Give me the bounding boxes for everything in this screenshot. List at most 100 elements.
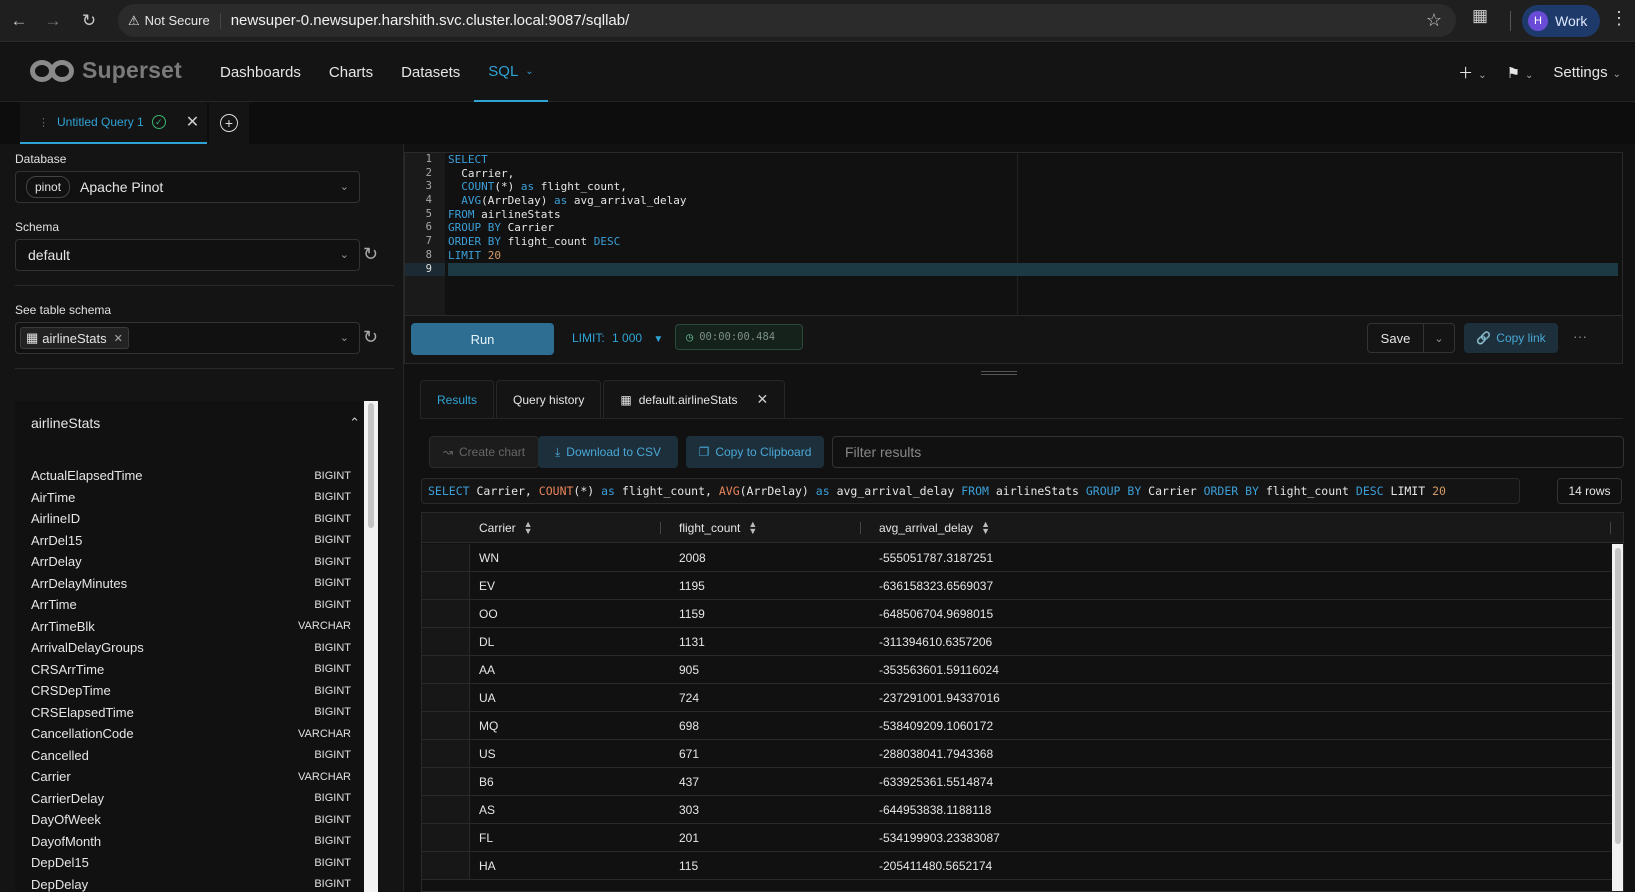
column-list-item[interactable]: ArrDelayMinutes BIGINT [31,573,351,595]
save-button[interactable]: Save [1367,323,1424,353]
menu-datasets[interactable]: Datasets [387,43,474,102]
settings-menu[interactable]: Settings ⌄ [1553,64,1621,81]
column-list-item[interactable]: Cancelled BIGINT [31,745,351,767]
table-row[interactable]: US 671 -288038041.7943368 [422,740,1612,768]
run-button[interactable]: Run [411,323,554,355]
code-line[interactable] [448,262,1618,277]
sql-editor[interactable]: 123456789 SELECT Carrier, COUNT(*) as fl… [404,152,1623,316]
refresh-tables-icon[interactable]: ↻ [363,327,378,348]
column-list-item[interactable]: AirlineID BIGINT [31,508,351,530]
table-select[interactable]: ▦ airlineStats ✕ ⌄ [15,322,360,354]
superset-logo[interactable]: Superset [30,57,182,84]
limit-dropdown[interactable]: LIMIT: 1 000 ▼ [572,331,663,345]
new-menu[interactable]: ＋ ⌄ [1458,62,1486,83]
code-area[interactable]: SELECT Carrier, COUNT(*) as flight_count… [448,153,1618,277]
refresh-schema-icon[interactable]: ↻ [363,244,378,265]
add-tab-button[interactable]: + [209,102,249,144]
sort-icon[interactable]: ▲ ▼ [748,520,757,536]
table-chip[interactable]: ▦ airlineStats ✕ [20,327,129,349]
column-list-item[interactable]: DayofMonth BIGINT [31,831,351,853]
column-list-item[interactable]: CRSDepTime BIGINT [31,680,351,702]
copy-link-button[interactable]: 🔗 Copy link [1464,323,1558,353]
column-list-item[interactable]: CRSArrTime BIGINT [31,659,351,681]
sort-icon[interactable]: ▲ ▼ [524,520,533,536]
code-line[interactable]: FROM airlineStats [448,208,1618,222]
table-scrollbar[interactable] [1612,544,1623,891]
query-tab[interactable]: ⋮ Untitled Query 1 ✓ ✕ [20,102,207,144]
code-line[interactable]: AVG(ArrDelay) as avg_arrival_delay [448,194,1618,208]
table-row[interactable]: DL 1131 -311394610.6357206 [422,628,1612,656]
schema-scrollbar[interactable] [364,401,378,892]
column-list-item[interactable]: DepDelay BIGINT [31,874,351,892]
table-row[interactable]: B6 437 -633925361.5514874 [422,768,1612,796]
column-list-item[interactable]: ArrDelay BIGINT [31,551,351,573]
profile-button[interactable]: H Work [1522,5,1600,37]
tab-table-preview[interactable]: ▦ default.airlineStats ✕ [603,380,786,418]
scrollbar-thumb[interactable] [1615,548,1621,844]
table-row[interactable]: MQ 698 -538409209.1060172 [422,712,1612,740]
database-select[interactable]: pinot Apache Pinot ⌄ [15,171,360,203]
column-list-item[interactable]: ArrTime BIGINT [31,594,351,616]
column-resizer[interactable] [860,522,861,534]
filter-results-input[interactable]: Filter results [832,436,1624,468]
resize-handle[interactable] [981,371,1017,375]
code-line[interactable]: GROUP BY Carrier [448,221,1618,235]
save-dropdown-button[interactable]: ⌄ [1424,323,1455,353]
column-list-item[interactable]: ArrTimeBlk VARCHAR [31,616,351,638]
code-line[interactable]: COUNT(*) as flight_count, [448,180,1618,194]
bookmark-star-icon[interactable]: ☆ [1426,10,1442,31]
column-list-item[interactable]: AirTime BIGINT [31,487,351,509]
forward-icon[interactable]: → [36,4,70,38]
schema-select[interactable]: default ⌄ [15,239,360,271]
menu-charts[interactable]: Charts [315,43,387,102]
column-list-item[interactable]: ArrDel15 BIGINT [31,530,351,552]
download-csv-button[interactable]: ⤓ Download to CSV [538,436,678,468]
reload-icon[interactable]: ↻ [72,4,106,38]
table-row[interactable]: HA 115 -205411480.5652174 [422,852,1612,880]
sort-icon[interactable]: ▲ ▼ [981,520,990,536]
column-list-item[interactable]: DayOfWeek BIGINT [31,809,351,831]
close-icon[interactable]: ✕ [186,112,199,132]
table-row[interactable]: AS 303 -644953838.1188118 [422,796,1612,824]
remove-chip-icon[interactable]: ✕ [114,332,123,345]
extensions-icon[interactable]: ▦ [1472,6,1488,26]
more-options-icon[interactable]: ··· [1573,328,1587,344]
table-row[interactable]: UA 724 -237291001.94337016 [422,684,1612,712]
close-icon[interactable]: ✕ [756,391,768,408]
table-row[interactable]: OO 1159 -648506704.9698015 [422,600,1612,628]
code-line[interactable]: ORDER BY flight_count DESC [448,235,1618,249]
column-header-carrier[interactable]: Carrier ▲ ▼ [479,513,533,543]
column-list-item[interactable]: CancellationCode VARCHAR [31,723,351,745]
column-list-item[interactable]: ActualElapsedTime BIGINT [31,465,351,487]
scrollbar-thumb[interactable] [368,403,374,528]
theme-menu[interactable]: ⚑ ⌄ [1507,64,1534,82]
menu-dashboards[interactable]: Dashboards [210,43,315,102]
tab-results[interactable]: Results [420,380,495,418]
column-resizer[interactable] [1610,522,1611,534]
url-text[interactable]: newsuper-0.newsuper.harshith.svc.cluster… [231,12,630,29]
address-bar[interactable]: ⚠ Not Secure newsuper-0.newsuper.harshit… [118,4,1456,37]
drag-handle-icon[interactable]: ⋮ [38,116,49,129]
browser-menu-icon[interactable]: ⋮ [1610,8,1628,29]
table-row[interactable]: WN 2008 -555051787.3187251 [422,544,1612,572]
column-header-flight-count[interactable]: flight_count ▲ ▼ [679,513,757,543]
code-line[interactable]: Carrier, [448,167,1618,181]
create-chart-button[interactable]: ↝ Create chart [429,436,539,468]
code-line[interactable]: LIMIT 20 [448,249,1618,263]
menu-sql[interactable]: SQL ⌄ [474,43,548,102]
table-row[interactable]: AA 905 -353563601.59116024 [422,656,1612,684]
copy-clipboard-button[interactable]: ❐ Copy to Clipboard [686,436,824,468]
column-header-avg-arrival-delay[interactable]: avg_arrival_delay ▲ ▼ [879,513,990,543]
table-row[interactable]: FL 201 -534199903.23383087 [422,824,1612,852]
chevron-up-icon[interactable]: ⌃ [349,415,360,431]
column-list-item[interactable]: CarrierDelay BIGINT [31,788,351,810]
column-resizer[interactable] [660,522,661,534]
column-list-item[interactable]: DepDel15 BIGINT [31,852,351,874]
column-list-item[interactable]: Carrier VARCHAR [31,766,351,788]
tab-query-history[interactable]: Query history [496,380,602,418]
back-icon[interactable]: ← [2,4,36,38]
security-indicator[interactable]: ⚠ Not Secure [128,12,221,29]
column-list-item[interactable]: ArrivalDelayGroups BIGINT [31,637,351,659]
table-row[interactable]: EV 1195 -636158323.6569037 [422,572,1612,600]
column-list-item[interactable]: CRSElapsedTime BIGINT [31,702,351,724]
